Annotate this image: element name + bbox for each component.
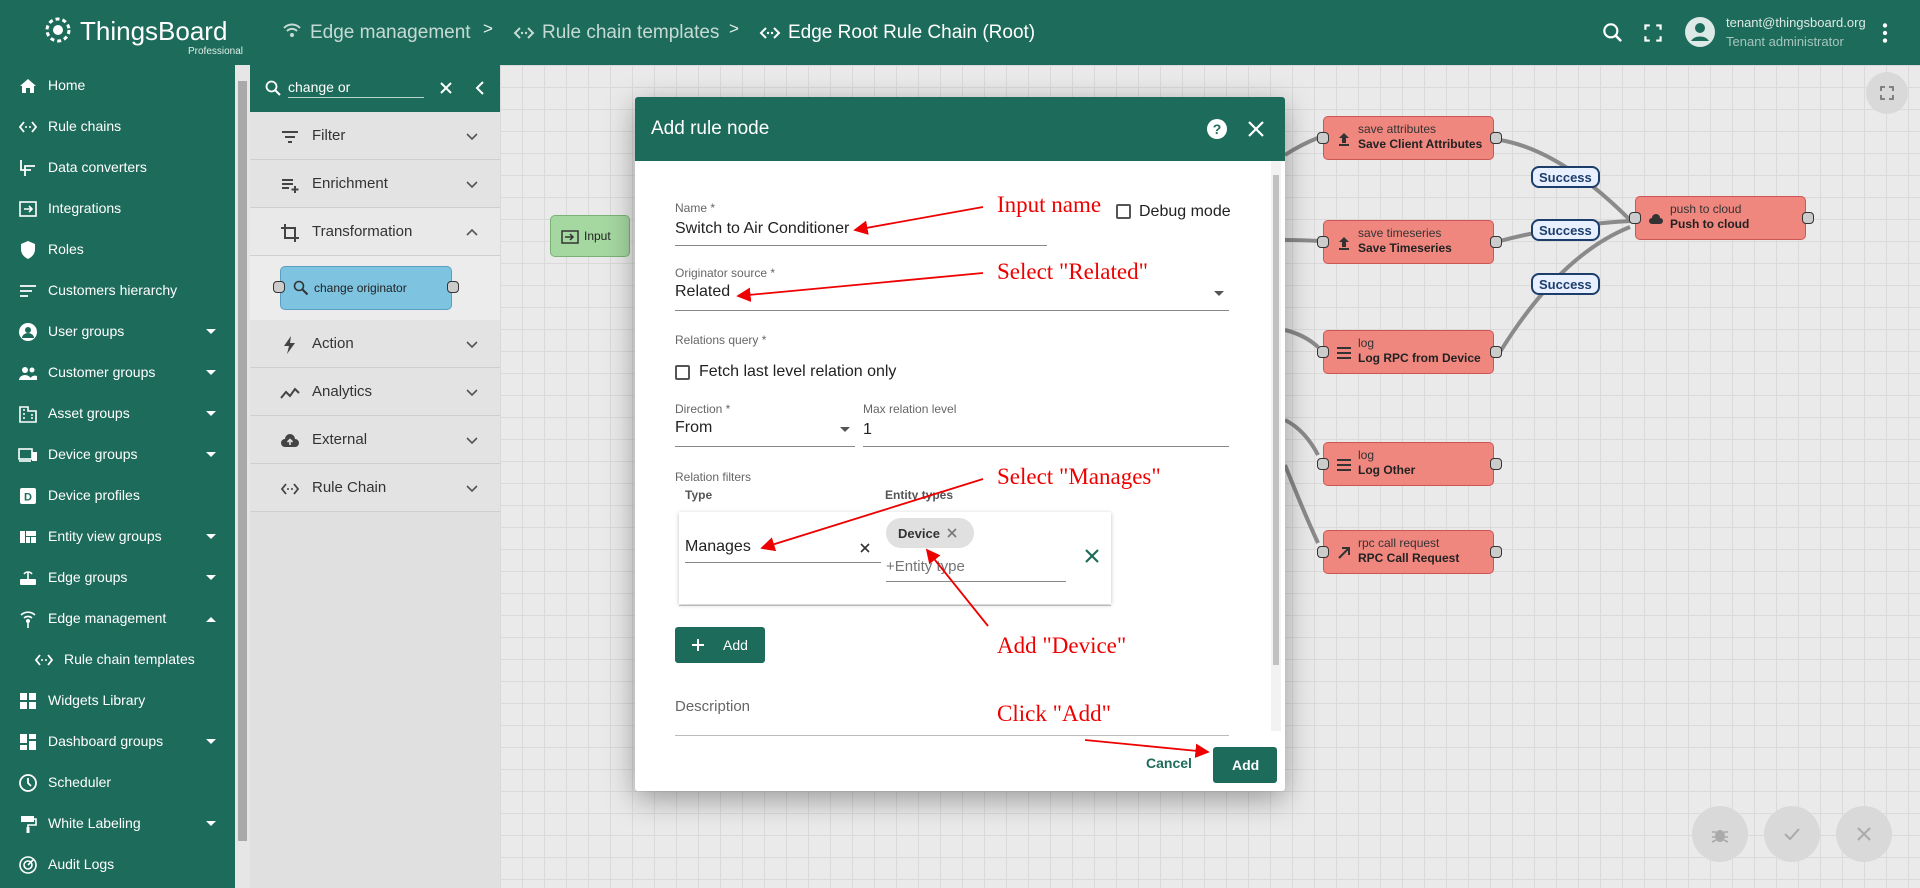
annotation-add-device: Add "Device" xyxy=(997,633,1127,658)
annotation-arrows xyxy=(736,206,1210,758)
annotation-select-manages: Select "Manages" xyxy=(997,464,1161,489)
annotation-select-related: Select "Related" xyxy=(997,259,1148,284)
annotation-click-add: Click "Add" xyxy=(997,701,1111,726)
annotation-input-name: Input name xyxy=(997,192,1102,217)
